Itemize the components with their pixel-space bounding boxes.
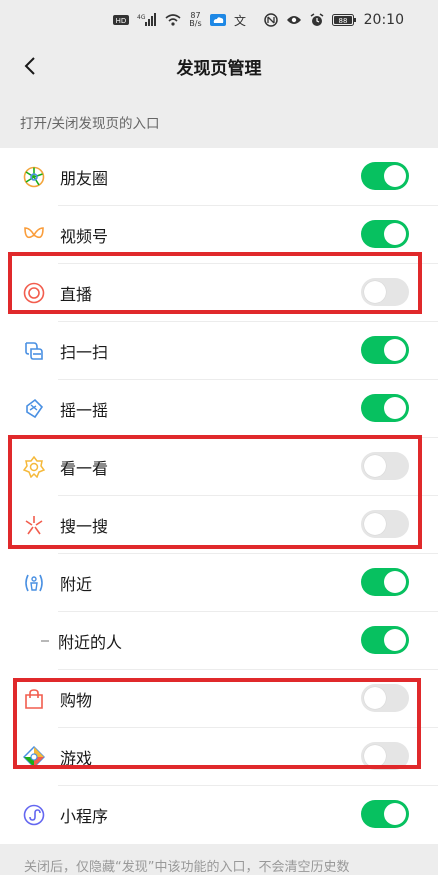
toggle-knob [384,803,406,825]
list-item-label: 看一看 [60,459,109,478]
dash-icon [40,629,50,653]
nav-bar: 发现页管理 [0,40,438,92]
hd-icon: HD [113,14,130,26]
net-speed-unit: B/s [189,19,202,28]
battery-icon: 88 [331,14,356,26]
svg-text:HD: HD [116,17,127,25]
cellular-signal-icon: 4G [137,13,157,27]
list-item-label: 小程序 [60,807,109,826]
svg-text:4G: 4G [137,14,146,21]
footer-note: 关闭后，仅隐藏“发现”中该功能的入口，不会清空历史数 [24,860,350,875]
channels-icon [22,223,46,247]
toggle-knob [384,223,406,245]
toggle-switch[interactable] [361,162,409,190]
list-item: 直播 [0,264,438,322]
toggle-switch[interactable] [361,568,409,596]
eye-icon [286,14,302,26]
list-item: 小程序 [0,786,438,844]
list-item-label: 视频号 [60,227,109,246]
toggle-knob [364,687,386,709]
list-item: 看一看 [0,438,438,496]
list-item: 购物 [0,670,438,728]
scan-icon [22,339,46,363]
toggle-switch[interactable] [361,394,409,422]
toggle-switch[interactable] [361,800,409,828]
toggle-knob [384,571,406,593]
list-item: 摇一摇 [0,380,438,438]
game-icon [22,745,46,769]
toggle-knob [364,513,386,535]
status-bar: HD 4G 87 B/s 文 88 20:10 [0,0,438,40]
toggle-knob [384,339,406,361]
toggle-knob [364,455,386,477]
list-item-label: 摇一摇 [60,401,109,420]
battery-level: 88 [338,17,347,25]
toggle-switch[interactable] [361,336,409,364]
toggle-switch[interactable] [361,510,409,538]
toggle-switch[interactable] [361,220,409,248]
list-item: 扫一扫 [0,322,438,380]
list-item-label: 购物 [60,691,93,710]
shopping-bag-icon [22,687,46,711]
toggle-knob [364,281,386,303]
page-title: 发现页管理 [176,58,262,79]
nearby-icon [22,571,46,595]
net-speed: 87 B/s [189,12,201,28]
list-item: 附近 [0,554,438,612]
list-item-label: 附近的人 [58,633,123,652]
translate-icon: 文 [234,13,248,27]
toggle-switch[interactable] [361,626,409,654]
list-item: 视频号 [0,206,438,264]
toggle-switch[interactable] [361,452,409,480]
svg-text:文: 文 [234,13,246,27]
search-icon [22,513,46,537]
list-item-label: 朋友圈 [60,169,109,188]
toggle-knob [384,397,406,419]
back-button[interactable] [16,52,44,80]
section-label: 打开/关闭发现页的入口 [20,116,160,132]
toggle-switch[interactable] [361,684,409,712]
shake-icon [22,397,46,421]
list-item-label: 直播 [60,285,93,304]
toggle-knob [364,745,386,767]
toggle-switch[interactable] [361,278,409,306]
wifi-icon [165,13,181,27]
list-item-label: 附近 [60,575,93,594]
toggle-knob [384,165,406,187]
moments-icon [22,165,46,189]
toggle-switch[interactable] [361,742,409,770]
toggle-knob [384,629,406,651]
top-stories-icon [22,455,46,479]
list-item: 搜一搜 [0,496,438,554]
nfc-icon [263,13,278,27]
cloud-icon [209,13,226,27]
list-item-label: 游戏 [60,749,93,768]
list-item-label: 搜一搜 [60,517,109,536]
chevron-left-icon [24,57,35,75]
mini-program-icon [22,803,46,827]
status-time: 20:10 [363,12,404,28]
list-item: 朋友圈 [0,148,438,206]
list-item-label: 扫一扫 [60,343,109,362]
entry-list: 朋友圈视频号直播扫一扫摇一摇看一看搜一搜附近附近的人购物游戏小程序 [0,148,438,844]
live-icon [22,281,46,305]
alarm-icon [310,13,324,27]
list-item: 附近的人 [0,612,438,670]
list-item: 游戏 [0,728,438,786]
